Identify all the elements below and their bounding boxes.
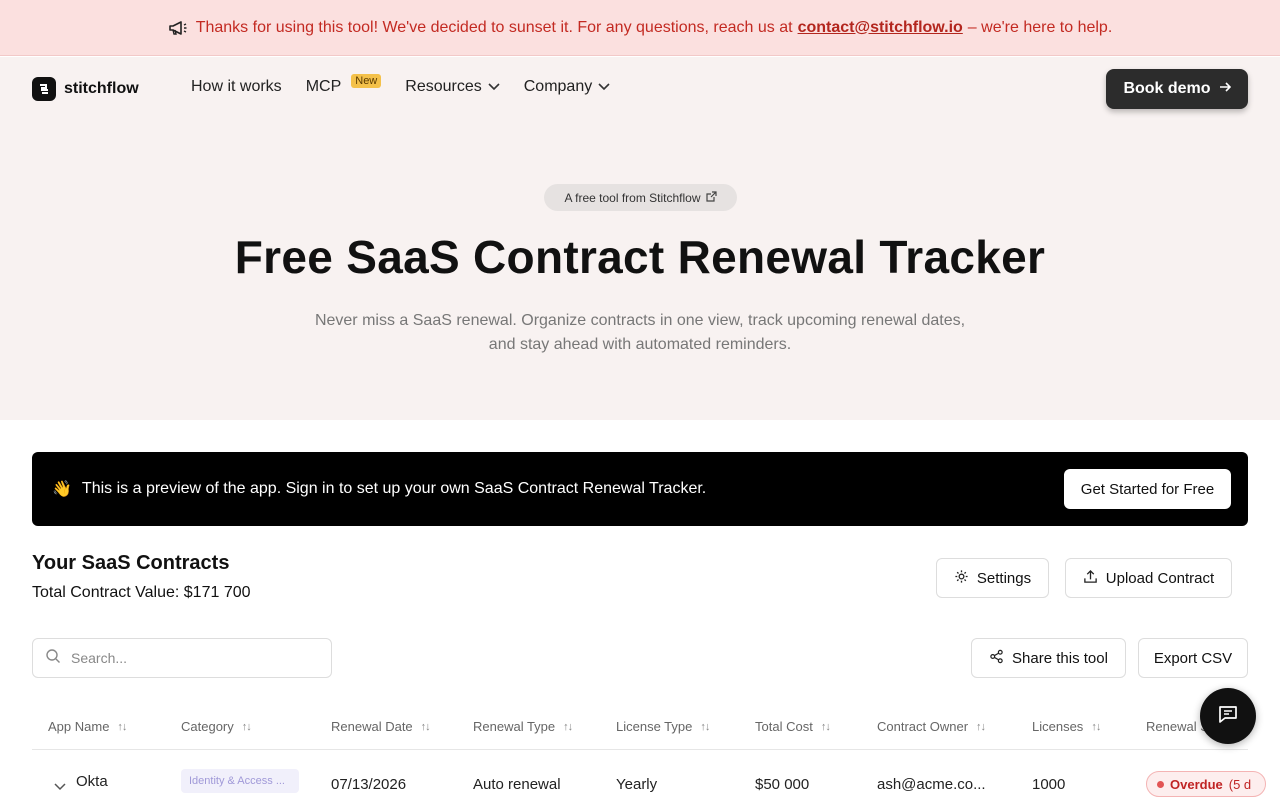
chat-icon xyxy=(1217,703,1239,730)
column-label: Renewal S xyxy=(1146,719,1209,734)
status-detail: (5 d xyxy=(1228,776,1252,792)
column-category[interactable]: Category ↑↓ xyxy=(181,719,252,734)
upload-icon xyxy=(1083,569,1098,588)
column-renewal-status[interactable]: Renewal S xyxy=(1146,719,1209,734)
renewal-type: Auto renewal xyxy=(473,776,561,793)
banner-text: Thanks for using this tool! We've decide… xyxy=(195,18,793,36)
column-label: Renewal Type xyxy=(473,719,556,734)
nav-company[interactable]: Company xyxy=(524,78,610,96)
new-badge: New xyxy=(351,74,382,88)
settings-button[interactable]: Settings xyxy=(936,558,1049,598)
preview-notice: 👋 This is a preview of the app. Sign in … xyxy=(32,452,1248,526)
chat-button[interactable] xyxy=(1200,688,1256,744)
book-demo-button[interactable]: Book demo xyxy=(1106,69,1248,109)
nav-mcp[interactable]: MCP New xyxy=(305,74,382,96)
free-tool-pill[interactable]: A free tool from Stitchflow xyxy=(544,184,737,211)
status-label: Overdue xyxy=(1170,776,1223,792)
sort-arrows-icon: ↑↓ xyxy=(117,720,127,733)
sort-arrows-icon: ↑↓ xyxy=(820,720,831,733)
nav-mcp-label: MCP xyxy=(305,78,342,95)
nav-company-label: Company xyxy=(523,78,593,95)
column-label: Category xyxy=(181,719,234,734)
column-renewal-type[interactable]: Renewal Type ↑↓ xyxy=(473,719,573,734)
column-label: App Name xyxy=(48,719,110,734)
chevron-down-icon xyxy=(488,78,500,96)
settings-label: Settings xyxy=(976,569,1032,587)
banner-text-after: – we're here to help. xyxy=(967,18,1113,36)
upload-contract-button[interactable]: Upload Contract xyxy=(1065,558,1232,598)
get-started-button[interactable]: Get Started for Free xyxy=(1064,469,1231,509)
licenses-count: 1000 xyxy=(1032,776,1066,793)
subtitle-line-1: Never miss a SaaS renewal. Organize cont… xyxy=(314,312,966,329)
column-label: Licenses xyxy=(1032,719,1084,734)
free-tool-label: A free tool from Stitchflow xyxy=(564,190,701,205)
column-licenses[interactable]: Licenses ↑↓ xyxy=(1032,719,1101,734)
page-subtitle: Never miss a SaaS renewal. Organize cont… xyxy=(290,309,990,357)
page-title: Free SaaS Contract Renewal Tracker xyxy=(234,231,1046,283)
upload-label: Upload Contract xyxy=(1105,569,1215,587)
app-name: Okta xyxy=(76,773,108,790)
share-tool-button[interactable]: Share this tool xyxy=(971,638,1126,678)
search-input[interactable] xyxy=(71,650,311,666)
contracts-title: Your SaaS Contracts xyxy=(32,552,230,574)
subtitle-line-2: and stay ahead with automated reminders. xyxy=(488,336,792,353)
status-badge: Overdue (5 d xyxy=(1146,771,1266,797)
chevron-down-icon[interactable] xyxy=(54,778,66,795)
total-contract-value: Total Contract Value: $171 700 xyxy=(32,584,251,601)
column-label: Contract Owner xyxy=(877,719,969,734)
column-total-cost[interactable]: Total Cost ↑↓ xyxy=(755,719,831,734)
stitchflow-logo[interactable]: stitchflow xyxy=(32,77,139,101)
sort-arrows-icon: ↑↓ xyxy=(420,720,431,733)
sort-arrows-icon: ↑↓ xyxy=(700,720,710,733)
share-icon xyxy=(989,649,1004,668)
search-icon xyxy=(45,648,61,669)
column-label: License Type xyxy=(616,719,693,734)
share-label: Share this tool xyxy=(1012,649,1108,667)
nav-how-it-works[interactable]: How it works xyxy=(191,78,282,96)
brand-name: stitchflow xyxy=(64,80,139,97)
sort-arrows-icon: ↑↓ xyxy=(241,720,252,733)
top-nav: stitchflow How it works MCP New Resource… xyxy=(0,57,1280,121)
category-tag: Identity & Access ... xyxy=(181,769,299,793)
megaphone-icon xyxy=(168,20,188,36)
preview-text: This is a preview of the app. Sign in to… xyxy=(81,480,707,497)
sunset-banner: Thanks for using this tool! We've decide… xyxy=(0,0,1280,56)
nav-resources-label: Resources xyxy=(405,78,482,95)
column-label: Renewal Date xyxy=(331,719,413,734)
nav-resources[interactable]: Resources xyxy=(405,78,500,96)
contract-owner: ash@acme.co... xyxy=(877,776,986,793)
status-dot-icon xyxy=(1157,780,1164,788)
table-header: App Name ↑↓ Category ↑↓ Renewal Date ↑↓ Ren… xyxy=(32,706,1248,750)
arrow-right-icon xyxy=(1219,80,1231,98)
column-app-name[interactable]: App Name ↑↓ xyxy=(48,719,127,734)
external-link-icon xyxy=(705,190,717,205)
book-demo-label: Book demo xyxy=(1123,80,1211,97)
wave-emoji-icon: 👋 xyxy=(52,481,72,498)
renewal-date: 07/13/2026 xyxy=(331,776,407,793)
search-box[interactable] xyxy=(32,638,332,678)
table-row[interactable]: Okta Identity & Access ... 07/13/2026 Au… xyxy=(32,751,1266,800)
stitchflow-logo-icon xyxy=(32,77,56,101)
gear-icon xyxy=(954,569,969,588)
column-renewal-date[interactable]: Renewal Date ↑↓ xyxy=(331,719,431,734)
sort-arrows-icon: ↑↓ xyxy=(1091,720,1101,733)
sort-arrows-icon: ↑↓ xyxy=(563,720,573,733)
export-csv-button[interactable]: Export CSV xyxy=(1138,638,1248,678)
total-cost: $50 000 xyxy=(755,776,810,793)
column-license-type[interactable]: License Type ↑↓ xyxy=(616,719,710,734)
column-contract-owner[interactable]: Contract Owner ↑↓ xyxy=(877,719,986,734)
sort-arrows-icon: ↑↓ xyxy=(976,720,986,733)
license-type: Yearly xyxy=(616,776,658,793)
contact-email-link[interactable]: contact@stitchflow.io xyxy=(798,19,963,37)
column-label: Total Cost xyxy=(755,719,813,734)
chevron-down-icon xyxy=(598,78,610,96)
